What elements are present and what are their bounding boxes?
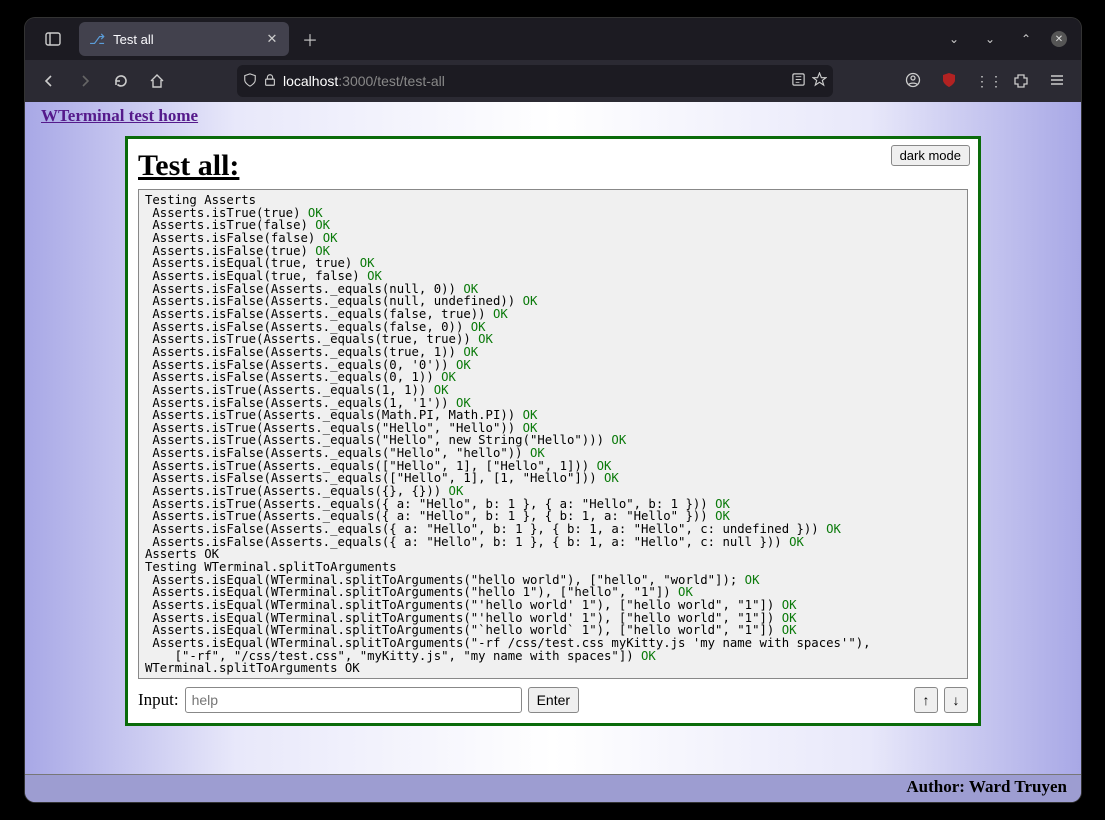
account-icon[interactable] (903, 72, 923, 91)
chevron-up-icon[interactable]: ⌃ (1015, 32, 1037, 46)
page-title: Test all: (138, 149, 968, 183)
chevron-down-icon[interactable]: ⌄ (979, 32, 1001, 46)
browser-window: ⎇ Test all ✕ ＋ ⌄ ⌄ ⌃ ✕ localhost:3000/te… (25, 18, 1081, 802)
back-button[interactable] (33, 65, 65, 97)
terminal-output: Testing Asserts Asserts.isTrue(true) OK … (138, 189, 968, 679)
extensions-overflow-icon[interactable]: ⋮⋮ (975, 73, 995, 90)
tab-close-icon[interactable]: ✕ (263, 30, 281, 48)
url-bar[interactable]: localhost:3000/test/test-all (237, 65, 833, 97)
input-row: Input: Enter ↑ ↓ (138, 687, 968, 713)
reload-button[interactable] (105, 65, 137, 97)
url-text[interactable]: localhost:3000/test/test-all (283, 73, 785, 89)
scroll-up-button[interactable]: ↑ (914, 687, 938, 713)
command-input[interactable] (185, 687, 522, 713)
titlebar: ⎇ Test all ✕ ＋ ⌄ ⌄ ⌃ ✕ (25, 18, 1081, 60)
lock-icon[interactable] (263, 73, 277, 90)
reader-mode-icon[interactable] (791, 72, 806, 90)
toolbar: localhost:3000/test/test-all ⋮⋮ (25, 60, 1081, 102)
ublock-icon[interactable] (939, 72, 959, 91)
dark-mode-button[interactable]: dark mode (891, 145, 970, 166)
hamburger-menu-icon[interactable] (1047, 72, 1067, 91)
home-link[interactable]: WTerminal test home (25, 102, 1081, 130)
tab-list-icon[interactable]: ⌄ (943, 32, 965, 46)
bookmark-icon[interactable] (812, 72, 827, 90)
scroll-down-button[interactable]: ↓ (944, 687, 968, 713)
forward-button (69, 65, 101, 97)
home-button[interactable] (141, 65, 173, 97)
new-tab-button[interactable]: ＋ (295, 24, 325, 54)
terminal-panel: dark mode Test all: Testing Asserts Asse… (125, 136, 981, 726)
extensions-icon[interactable] (1011, 72, 1031, 91)
window-close-icon[interactable]: ✕ (1051, 31, 1067, 47)
enter-button[interactable]: Enter (528, 687, 579, 713)
sidebar-toggle-icon[interactable] (33, 23, 73, 55)
input-label: Input: (138, 690, 179, 710)
tab-title: Test all (113, 32, 255, 47)
author-footer: Author: Ward Truyen (25, 774, 1081, 802)
tab-favicon-icon: ⎇ (89, 31, 105, 48)
shield-icon[interactable] (243, 73, 257, 90)
tab-active[interactable]: ⎇ Test all ✕ (79, 22, 289, 56)
page-content: WTerminal test home dark mode Test all: … (25, 102, 1081, 802)
